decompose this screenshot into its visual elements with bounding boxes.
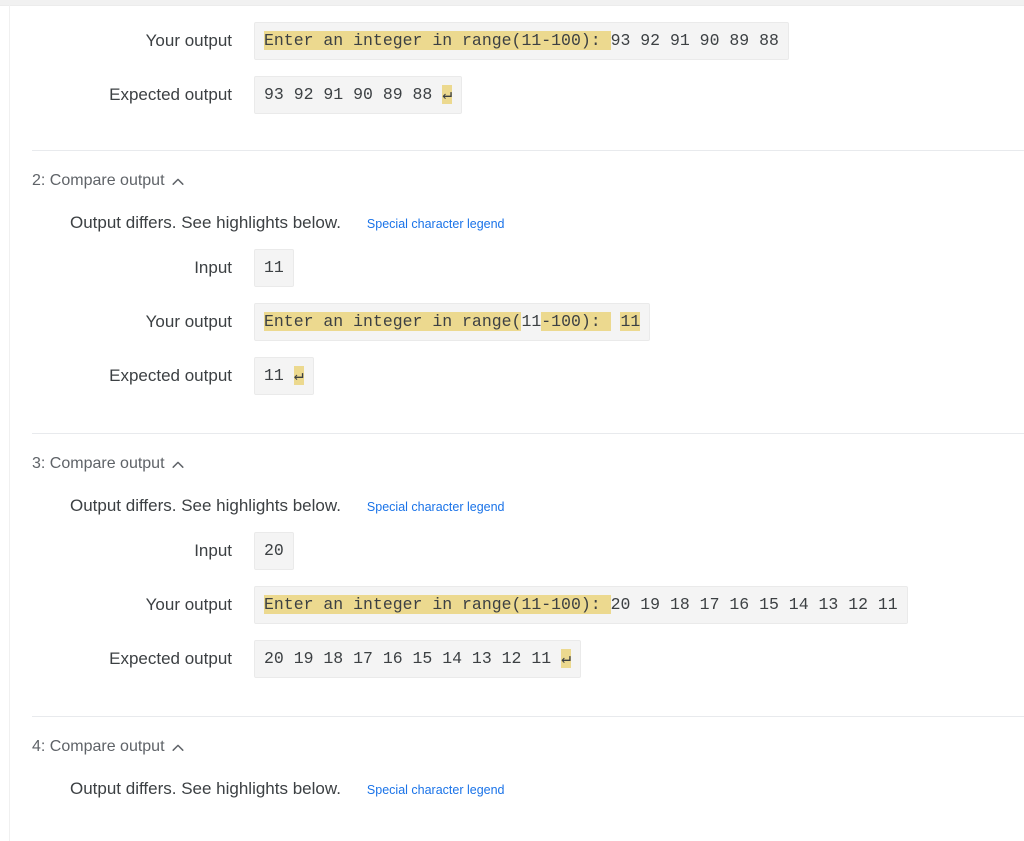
output-text: 11 <box>521 312 542 331</box>
output-text: 93 92 91 90 89 88 <box>264 85 443 104</box>
output-text: 20 19 18 17 16 15 14 13 12 11 <box>264 649 562 668</box>
output-text: 11 <box>264 366 294 385</box>
expected-output-row: Expected output 93 92 91 90 89 88 ↵ <box>10 76 1024 114</box>
expected-output-row: Expected output 11 ↵ <box>10 357 1024 395</box>
your-output-label: Your output <box>145 595 232 614</box>
input-row: Input 20 <box>10 532 1024 570</box>
chevron-up-icon[interactable] <box>171 458 185 472</box>
output-differs-row: Output differs. See highlights below. Sp… <box>10 191 1024 233</box>
test-case-section: 2: Compare output Output differs. See hi… <box>10 151 1024 434</box>
test-case-header[interactable]: 4: Compare output <box>10 717 1024 757</box>
diff-highlight: Enter an integer in range( <box>264 312 522 331</box>
input-label: Input <box>194 541 232 560</box>
expected-output-label: Expected output <box>109 366 232 385</box>
input-value: 11 <box>254 249 294 287</box>
output-differs-text: Output differs. See highlights below. <box>70 496 341 515</box>
input-value: 20 <box>254 532 294 570</box>
output-text: 93 92 91 90 89 88 <box>610 31 779 50</box>
your-output-row: Your output Enter an integer in range(11… <box>10 22 1024 60</box>
diff-highlight: Enter an integer in range(11-100): <box>264 31 611 50</box>
special-character-legend-link[interactable]: Special character legend <box>367 499 505 515</box>
diff-highlight: -100): <box>541 312 611 331</box>
output-differs-text: Output differs. See highlights below. <box>70 779 341 798</box>
expected-output-label: Expected output <box>109 649 232 668</box>
test-results-panel: Your output Enter an integer in range(11… <box>10 6 1024 841</box>
test-case-header[interactable]: 2: Compare output <box>10 151 1024 191</box>
output-text: 20 19 18 17 16 15 14 13 12 11 <box>610 595 898 614</box>
input-row: Input 11 <box>10 249 1024 287</box>
chevron-up-icon[interactable] <box>171 741 185 755</box>
your-output-value: Enter an integer in range(11-100): 20 19… <box>254 586 908 624</box>
test-case-section: 4: Compare output Output differs. See hi… <box>10 717 1024 799</box>
your-output-value: Enter an integer in range(11-100): 11 <box>254 303 651 341</box>
newline-glyph: ↵ <box>561 649 571 668</box>
newline-glyph: ↵ <box>442 85 453 104</box>
input-label: Input <box>194 258 232 277</box>
chevron-up-icon[interactable] <box>171 175 185 189</box>
test-case-title: 2: Compare output <box>32 172 165 189</box>
output-differs-text: Output differs. See highlights below. <box>70 213 341 232</box>
your-output-row: Your output Enter an integer in range(11… <box>10 303 1024 341</box>
expected-output-label: Expected output <box>109 85 232 104</box>
your-output-label: Your output <box>145 312 232 331</box>
output-differs-row: Output differs. See highlights below. Sp… <box>10 474 1024 516</box>
special-character-legend-link[interactable]: Special character legend <box>367 782 505 798</box>
output-differs-row: Output differs. See highlights below. Sp… <box>10 757 1024 799</box>
expected-output-value: 11 ↵ <box>254 357 314 395</box>
test-case-section: Your output Enter an integer in range(11… <box>10 22 1024 151</box>
test-case-header[interactable]: 3: Compare output <box>10 434 1024 474</box>
diff-highlight: 11 <box>620 312 641 331</box>
expected-output-row: Expected output 20 19 18 17 16 15 14 13 … <box>10 640 1024 678</box>
expected-output-value: 20 19 18 17 16 15 14 13 12 11 ↵ <box>254 640 581 678</box>
test-case-title: 3: Compare output <box>32 455 165 472</box>
special-character-legend-link[interactable]: Special character legend <box>367 216 505 232</box>
diff-highlight: Enter an integer in range(11-100): <box>264 595 611 614</box>
your-output-value: Enter an integer in range(11-100): 93 92… <box>254 22 789 60</box>
expected-output-value: 93 92 91 90 89 88 ↵ <box>254 76 463 114</box>
test-case-section: 3: Compare output Output differs. See hi… <box>10 434 1024 717</box>
your-output-label: Your output <box>145 31 232 50</box>
newline-glyph: ↵ <box>293 366 304 385</box>
test-case-title: 4: Compare output <box>32 738 165 755</box>
your-output-row: Your output Enter an integer in range(11… <box>10 586 1024 624</box>
